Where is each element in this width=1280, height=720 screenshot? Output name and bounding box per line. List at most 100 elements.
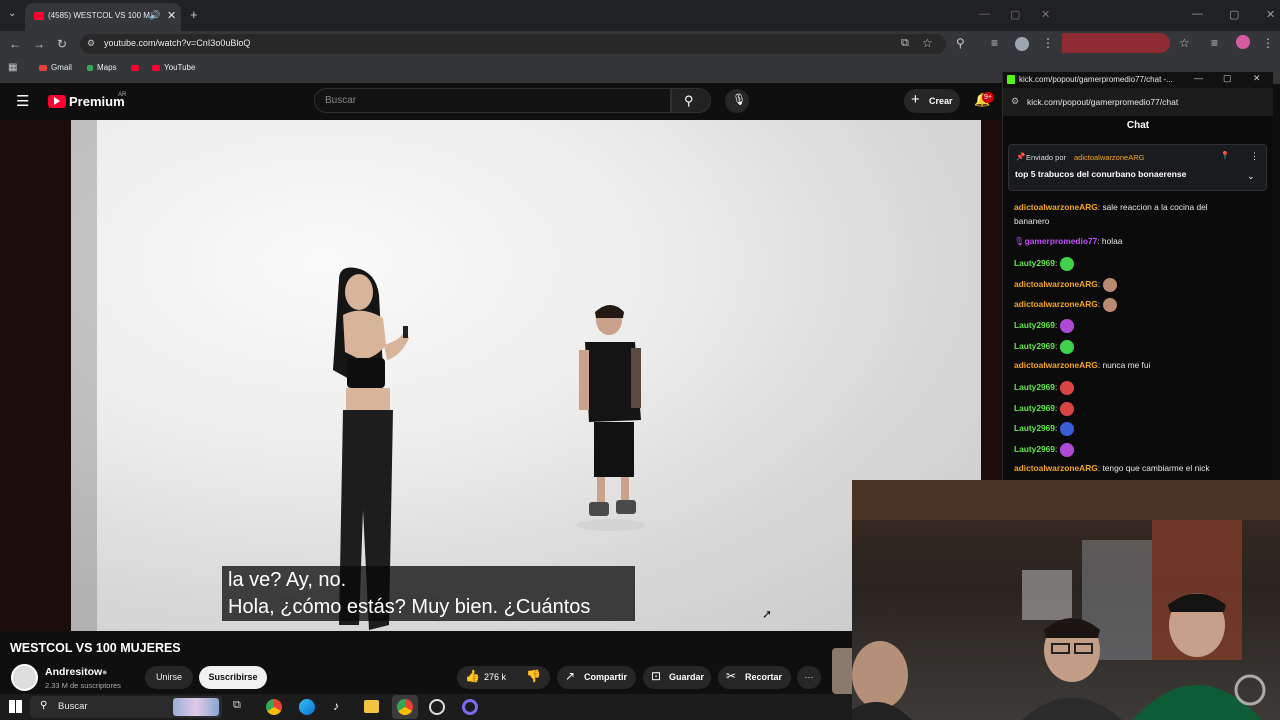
background-tab-strip <box>1062 0 1280 31</box>
menu-icon[interactable]: ⋮ <box>1262 36 1274 50</box>
profile-avatar[interactable] <box>1015 37 1029 51</box>
chat-message: adictoalwarzoneARG: <box>1014 298 1118 312</box>
search-input[interactable] <box>314 88 671 113</box>
notification-badge: 9+ <box>982 92 994 103</box>
pinned-text: top 5 trabucos del conurbano bonaerense <box>1015 169 1187 179</box>
like-icon[interactable]: 👍 <box>465 669 480 683</box>
kick-url-text[interactable]: kick.com/popout/gamerpromedio77/chat <box>1027 97 1178 107</box>
forward-icon[interactable]: → <box>33 37 45 51</box>
minimize-icon[interactable]: — <box>1194 73 1203 83</box>
mic-badge-icon: 🎙 <box>1014 236 1025 246</box>
install-icon[interactable]: ⧉ <box>901 37 909 50</box>
bookmark-youtube-icon-only[interactable] <box>131 63 143 72</box>
media-icon[interactable]: ≡ <box>1211 36 1218 50</box>
back-icon[interactable]: ← <box>9 37 21 51</box>
reload-icon[interactable]: ↻ <box>57 37 67 51</box>
menu-icon[interactable]: ⋮ <box>1042 36 1054 50</box>
play-triangle-icon <box>54 97 60 105</box>
like-count: 276 k <box>484 672 507 682</box>
windows-start-icon[interactable] <box>9 700 22 713</box>
maximize-icon[interactable]: ▢ <box>1010 8 1020 21</box>
emote-icon <box>1060 319 1075 333</box>
mouse-cursor-icon: ➚ <box>762 607 773 621</box>
minimize-icon[interactable]: — <box>979 8 990 20</box>
verified-icon: ● <box>102 667 108 677</box>
chat-message: Lauty2969: <box>1014 381 1075 395</box>
background-url-bar[interactable] <box>1062 33 1170 53</box>
maximize-icon[interactable]: ▢ <box>1229 8 1239 21</box>
media-control-icon[interactable]: ≡ <box>991 36 998 50</box>
active-tab[interactable]: (4585) WESTCOL VS 100 M 🔊 ✕ <box>25 3 181 31</box>
bookmark-star-icon[interactable]: ☆ <box>922 36 933 50</box>
chat-message: Lauty2969: <box>1014 402 1075 416</box>
star-icon[interactable]: ☆ <box>1179 36 1190 50</box>
chrome-icon[interactable] <box>266 699 282 715</box>
obs-icon[interactable] <box>429 699 445 715</box>
hamburger-menu-icon[interactable]: ☰ <box>16 92 29 110</box>
file-explorer-icon[interactable] <box>364 700 379 713</box>
unpin-icon[interactable]: 📍 <box>1220 151 1230 160</box>
kick-chat-window: kick.com/popout/gamerpromedio77/chat -..… <box>1002 72 1273 480</box>
webcam-overlay <box>852 480 1280 720</box>
subscriber-count: 2.33 M de suscriptores <box>45 681 121 690</box>
chat-message-continuation: bananero <box>1014 216 1050 226</box>
tab-close-icon[interactable]: ✕ <box>167 9 176 22</box>
close-icon[interactable]: ✕ <box>1253 73 1261 84</box>
microphone-icon: 🎙 <box>732 94 746 106</box>
tiktok-icon[interactable]: ♪ <box>333 699 339 713</box>
maps-icon <box>87 64 93 71</box>
gmail-icon <box>39 64 47 71</box>
close-window-icon[interactable]: ✕ <box>1041 8 1050 21</box>
dislike-icon[interactable]: 👎 <box>526 669 541 683</box>
tab-title: (4585) WESTCOL VS 100 M <box>48 11 150 20</box>
share-label: Compartir <box>584 672 628 682</box>
taskbar-search-label: Buscar <box>58 701 88 712</box>
emote-icon <box>1103 298 1118 312</box>
subtitle-line-1: la ve? Ay, no. <box>228 569 347 591</box>
maximize-icon[interactable]: ▢ <box>1223 73 1232 84</box>
more-actions-button[interactable]: ⋯ <box>797 666 821 689</box>
bookmark-youtube[interactable]: YouTube <box>152 63 195 72</box>
chat-message: Lauty2969: <box>1014 340 1075 354</box>
pinned-menu-icon[interactable]: ⋮ <box>1250 151 1259 162</box>
edge-icon[interactable] <box>299 699 315 715</box>
site-info-icon[interactable]: ⚙ <box>1011 96 1019 107</box>
plus-icon: + <box>911 91 920 108</box>
new-tab-icon[interactable]: + <box>190 7 198 22</box>
channel-avatar[interactable] <box>11 664 38 691</box>
chevron-down-icon[interactable]: ⌄ <box>1247 171 1255 182</box>
emote-icon <box>1060 340 1075 354</box>
extensions-icon[interactable]: ⚲ <box>956 36 965 50</box>
chat-message: Lauty2969: <box>1014 443 1075 457</box>
premium-logo-text[interactable]: Premium <box>69 94 125 109</box>
task-view-icon[interactable]: ⧉ <box>233 699 241 712</box>
emote-icon <box>1060 422 1075 436</box>
chat-message: Lauty2969: <box>1014 319 1075 333</box>
subscribe-button[interactable]: Suscribirse <box>199 666 267 689</box>
kick-logo-icon <box>1007 75 1015 84</box>
share-icon: ↗ <box>565 669 576 683</box>
region-label: AR <box>118 92 127 98</box>
emote-icon <box>1060 443 1075 457</box>
chrome-active-icon[interactable] <box>397 699 413 715</box>
video-frame[interactable] <box>71 120 981 631</box>
profile-avatar[interactable] <box>1236 35 1250 49</box>
url-text[interactable]: youtube.com/watch?v=CnI3o0uBloQ <box>104 38 250 48</box>
search-placeholder: Buscar <box>325 95 357 106</box>
bookmark-maps[interactable]: Maps <box>87 63 117 72</box>
chat-message: adictoalwarzoneARG: sale reaccion a la c… <box>1014 202 1208 212</box>
tab-strip: ⌄ (4585) WESTCOL VS 100 M 🔊 ✕ + — ▢ ✕ <box>0 0 1062 31</box>
tab-search-icon[interactable]: ⌄ <box>8 8 16 19</box>
close-icon[interactable]: ✕ <box>1266 8 1275 21</box>
recommended-thumbnail[interactable] <box>832 648 852 694</box>
audio-icon[interactable]: 🔊 <box>149 10 160 21</box>
search-icon: ⚲ <box>684 93 694 108</box>
site-info-icon[interactable]: ⚙ <box>87 38 95 49</box>
join-button[interactable]: Unirse <box>145 666 193 689</box>
app-circle-icon[interactable] <box>462 699 478 715</box>
pinned-user[interactable]: adictoalwarzoneARG <box>1074 153 1144 162</box>
channel-name[interactable]: Andresitow <box>45 666 102 678</box>
minimize-icon[interactable]: — <box>1192 8 1203 20</box>
bookmark-gmail[interactable]: Gmail <box>39 63 72 72</box>
apps-grid-icon[interactable]: ▦ <box>8 62 17 73</box>
